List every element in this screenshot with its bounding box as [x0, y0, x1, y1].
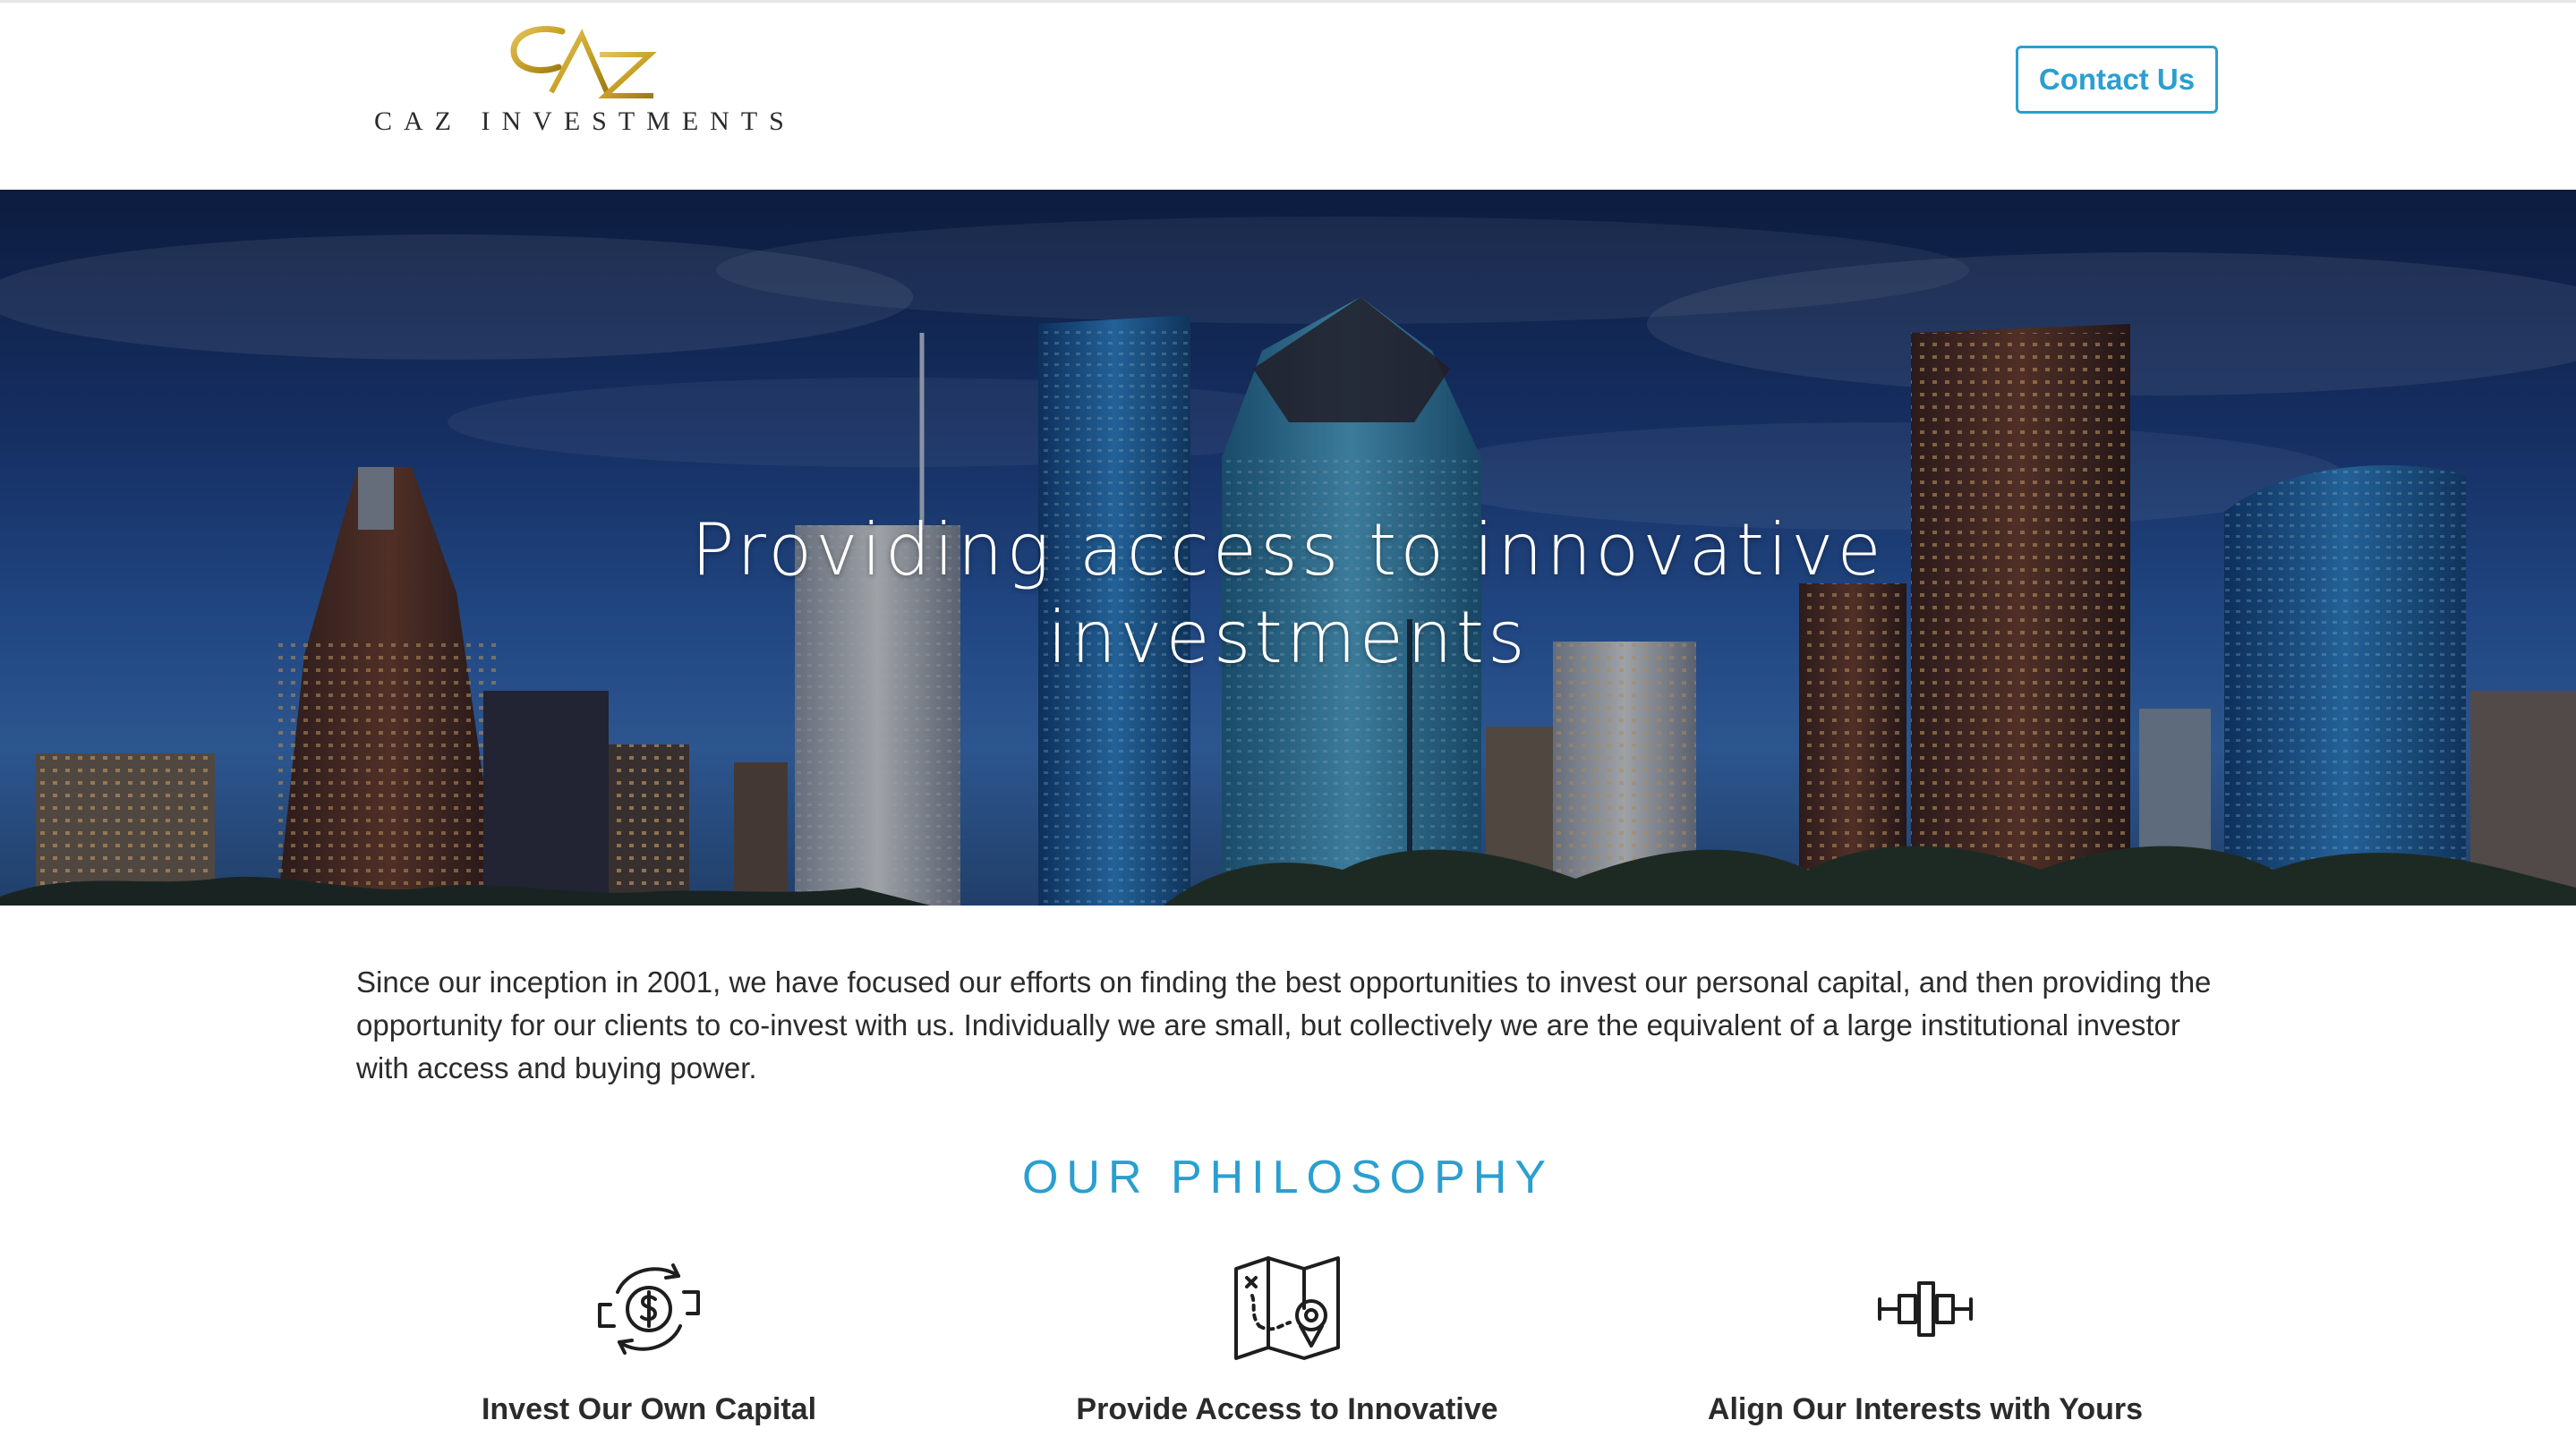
philosophy-item-label: Align Our Interests with Yours [1707, 1392, 2144, 1426]
philosophy-heading: OUR PHILOSOPHY [1021, 1152, 1555, 1203]
hero-banner: Providing access to innovative investmen… [0, 190, 2576, 906]
philosophy-item-align: Align Our Interests with Yours [1612, 1251, 2239, 1437]
map-location-icon [1234, 1256, 1340, 1360]
site-header: CAZ INVESTMENTS Contact Us [0, 0, 2576, 190]
philosophy-item-label: Invest Our Own Capital [481, 1392, 817, 1426]
hero-title: Providing access to innovative investmen… [691, 507, 1885, 679]
logo-wordmark: CAZ INVESTMENTS [374, 106, 796, 136]
caz-monogram-icon [510, 26, 657, 98]
align-balance-icon [1878, 1281, 1973, 1337]
caz-logo[interactable]: CAZ INVESTMENTS [374, 19, 786, 144]
intro-paragraph: Since our inception in 2001, we have foc… [356, 965, 2212, 1084]
dollar-cycle-icon [598, 1263, 700, 1355]
philosophy-item-own-capital: Invest Our Own Capital [336, 1251, 962, 1437]
philosophy-item-label: Provide Access to Innovative [1076, 1392, 1498, 1426]
philosophy-item-access: Provide Access to Innovative [974, 1251, 1600, 1437]
contact-us-button[interactable]: Contact Us [2016, 46, 2218, 114]
